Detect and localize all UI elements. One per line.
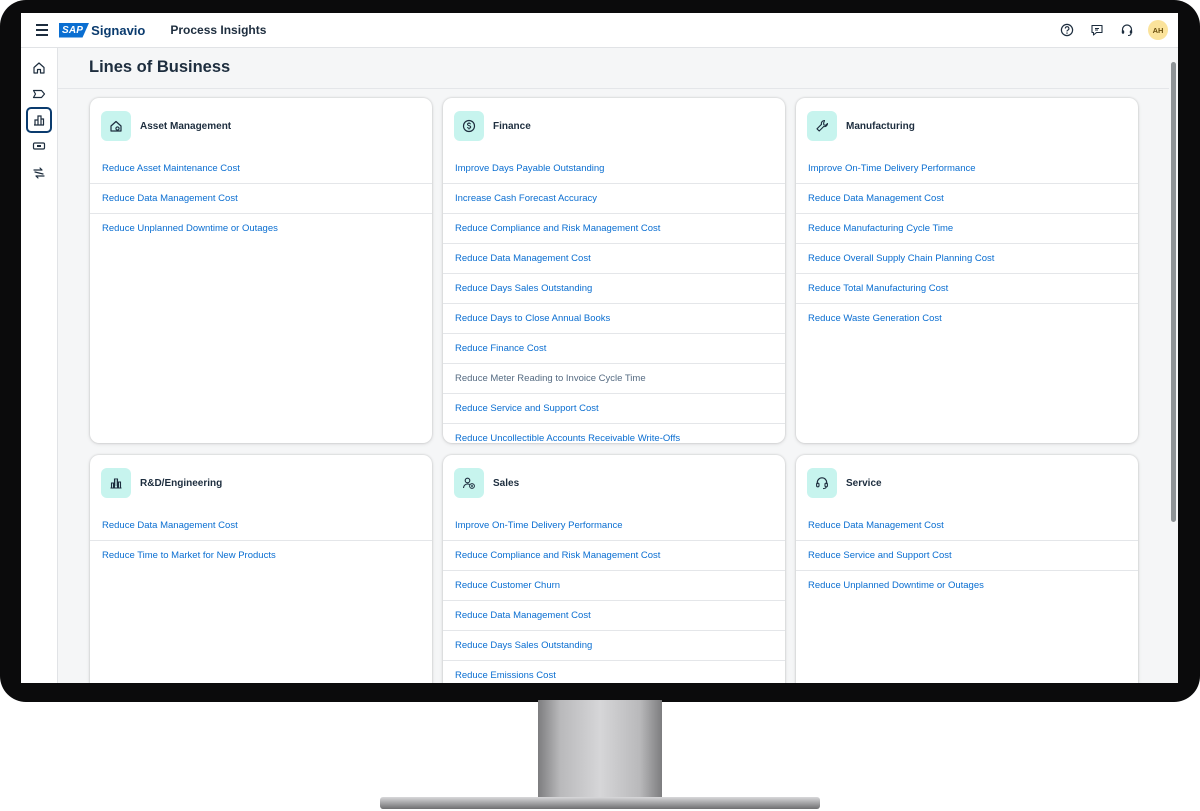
card-link-list: Reduce Data Management Cost Reduce Servi…	[796, 511, 1138, 600]
card-link[interactable]: Improve On-Time Delivery Performance	[796, 154, 1138, 184]
card-link[interactable]: Reduce Data Management Cost	[90, 511, 432, 541]
ticket-icon	[32, 142, 46, 150]
help-icon[interactable]	[1058, 21, 1076, 39]
sales-person-icon	[454, 468, 484, 498]
card-link[interactable]: Reduce Uncollectible Accounts Receivable…	[443, 424, 785, 443]
user-avatar[interactable]: AH	[1148, 20, 1168, 40]
card-title: Manufacturing	[846, 120, 915, 132]
card-header: Sales	[443, 455, 785, 511]
card-link[interactable]: Improve Days Payable Outstanding	[443, 154, 785, 184]
card-link-list: Reduce Data Management Cost Reduce Time …	[90, 511, 432, 570]
card-service: Service Reduce Data Management Cost Redu…	[796, 455, 1138, 683]
card-link[interactable]: Increase Cash Forecast Accuracy	[443, 184, 785, 214]
card-link[interactable]: Reduce Total Manufacturing Cost	[796, 274, 1138, 304]
card-link[interactable]: Reduce Asset Maintenance Cost	[90, 154, 432, 184]
building-icon	[34, 115, 45, 126]
card-link-list: Improve On-Time Delivery Performance Red…	[443, 511, 785, 683]
home-icon	[33, 62, 45, 74]
shell-actions: AH	[1058, 20, 1168, 40]
house-wrench-icon	[101, 111, 131, 141]
card-link[interactable]: Reduce Data Management Cost	[443, 244, 785, 274]
factory-icon	[101, 468, 131, 498]
card-title: Service	[846, 477, 882, 489]
monitor-stand-base	[380, 797, 820, 809]
card-link[interactable]: Reduce Overall Supply Chain Planning Cos…	[796, 244, 1138, 274]
transfer-icon	[33, 167, 45, 179]
card-link[interactable]: Reduce Emissions Cost	[443, 661, 785, 683]
card-link[interactable]: Reduce Unplanned Downtime or Outages	[796, 571, 1138, 600]
scrollbar-thumb[interactable]	[1171, 62, 1176, 522]
card-link[interactable]: Reduce Service and Support Cost	[443, 394, 785, 424]
card-title: Asset Management	[140, 120, 232, 132]
card-link[interactable]: Reduce Compliance and Risk Management Co…	[443, 541, 785, 571]
card-link[interactable]: Reduce Manufacturing Cycle Time	[796, 214, 1138, 244]
card-link[interactable]: Reduce Meter Reading to Invoice Cycle Ti…	[443, 364, 785, 394]
nav-lines-of-business[interactable]	[26, 107, 52, 133]
card-link[interactable]: Reduce Data Management Cost	[90, 184, 432, 214]
page-title: Lines of Business	[89, 58, 231, 76]
card-link[interactable]: Reduce Unplanned Downtime or Outages	[90, 214, 432, 243]
card-link[interactable]: Reduce Data Management Cost	[796, 184, 1138, 214]
tag-icon	[32, 89, 46, 99]
card-manufacturing: Manufacturing Improve On-Time Delivery P…	[796, 98, 1138, 443]
card-link[interactable]: Reduce Data Management Cost	[796, 511, 1138, 541]
shell-bar: SAP Signavio Process Insights AH	[21, 13, 1178, 48]
card-header: Manufacturing	[796, 98, 1138, 154]
support-headset-icon[interactable]	[1118, 21, 1136, 39]
monitor-stand-neck	[538, 700, 662, 800]
card-link[interactable]: Reduce Days to Close Annual Books	[443, 304, 785, 334]
app-screen: SAP Signavio Process Insights AH Lines o…	[21, 13, 1178, 683]
card-asset-management: Asset Management Reduce Asset Maintenanc…	[90, 98, 432, 443]
card-link[interactable]: Reduce Time to Market for New Products	[90, 541, 432, 570]
card-link[interactable]: Improve On-Time Delivery Performance	[443, 511, 785, 541]
card-header: Service	[796, 455, 1138, 511]
card-link[interactable]: Reduce Days Sales Outstanding	[443, 274, 785, 304]
nav-home[interactable]	[26, 56, 52, 80]
nav-ticket[interactable]	[26, 134, 52, 158]
card-finance: Finance Improve Days Payable Outstanding…	[443, 98, 785, 443]
nav-tags[interactable]	[26, 82, 52, 106]
card-link[interactable]: Reduce Data Management Cost	[443, 601, 785, 631]
card-link[interactable]: Reduce Compliance and Risk Management Co…	[443, 214, 785, 244]
card-title: R&D/Engineering	[140, 477, 223, 489]
wrench-icon	[807, 111, 837, 141]
app-title: Process Insights	[170, 23, 267, 37]
feedback-icon[interactable]	[1088, 21, 1106, 39]
card-title: Finance	[493, 120, 531, 132]
card-header: R&D/Engineering	[90, 455, 432, 511]
card-link[interactable]: Reduce Days Sales Outstanding	[443, 631, 785, 661]
coin-icon	[454, 111, 484, 141]
title-divider	[58, 88, 1169, 89]
sap-signavio-logo[interactable]: SAP Signavio	[59, 22, 146, 38]
card-header: Asset Management	[90, 98, 432, 154]
card-link-list: Reduce Asset Maintenance Cost Reduce Dat…	[90, 154, 432, 243]
card-header: Finance	[443, 98, 785, 154]
card-link[interactable]: Reduce Finance Cost	[443, 334, 785, 364]
main-content: Lines of Business Asset Management Reduc…	[58, 48, 1169, 683]
card-link-list: Improve Days Payable Outstanding Increas…	[443, 154, 785, 443]
card-link[interactable]: Reduce Customer Churn	[443, 571, 785, 601]
card-link-list: Improve On-Time Delivery Performance Red…	[796, 154, 1138, 333]
card-sales: Sales Improve On-Time Delivery Performan…	[443, 455, 785, 683]
content-scrollbar[interactable]	[1169, 48, 1178, 683]
card-link[interactable]: Reduce Waste Generation Cost	[796, 304, 1138, 333]
logo-text: Signavio	[91, 22, 146, 38]
card-title: Sales	[493, 477, 520, 489]
nav-transfer[interactable]	[26, 161, 52, 185]
card-rnd-engineering: R&D/Engineering Reduce Data Management C…	[90, 455, 432, 683]
sap-logo-mark: SAP	[59, 22, 90, 38]
hamburger-menu-icon[interactable]	[33, 21, 51, 39]
side-navigation	[21, 48, 58, 683]
monitor-bezel: SAP Signavio Process Insights AH Lines o…	[0, 0, 1200, 702]
card-link[interactable]: Reduce Service and Support Cost	[796, 541, 1138, 571]
headset-icon	[807, 468, 837, 498]
